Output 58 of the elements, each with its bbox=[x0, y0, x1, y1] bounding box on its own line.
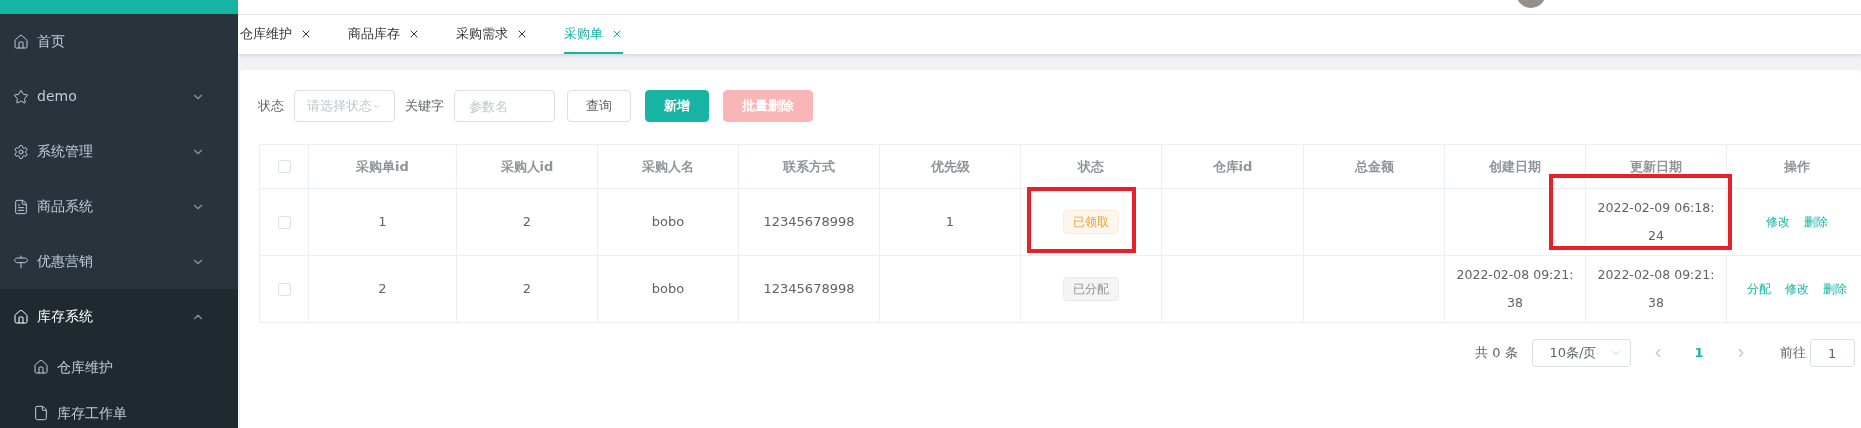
table-cell: bobo bbox=[598, 189, 739, 256]
tab[interactable]: 仓库维护 bbox=[240, 16, 312, 54]
keyword-label: 关键字 bbox=[405, 97, 444, 116]
page-size-select[interactable]: 10条/页 bbox=[1531, 339, 1631, 367]
settings-icon bbox=[13, 143, 29, 160]
keyword-field[interactable]: 参数名 bbox=[454, 90, 555, 122]
sidebar-item[interactable]: 优惠营销 bbox=[0, 234, 238, 289]
table-cell: 1 bbox=[880, 189, 1021, 256]
goto-page-field[interactable]: 1 bbox=[1809, 339, 1855, 367]
total-count: 共 0 条 bbox=[1475, 344, 1518, 363]
action-button[interactable]: 查询 bbox=[567, 90, 631, 122]
column-header: 采购单id bbox=[309, 145, 457, 189]
sidebar-subitem[interactable]: 仓库维护 bbox=[0, 344, 238, 390]
table-cell: 2022-02-08 09:21:38 bbox=[1586, 256, 1727, 323]
star-icon bbox=[13, 88, 29, 105]
sidebar-item[interactable]: demo bbox=[0, 69, 238, 124]
goto-label: 前往 bbox=[1779, 344, 1806, 363]
checkbox[interactable] bbox=[277, 215, 291, 229]
table-cell: 2022-02-09 06:18:24 bbox=[1586, 189, 1727, 256]
close-icon[interactable] bbox=[516, 28, 528, 40]
column-header: 采购人id bbox=[457, 145, 598, 189]
column-header: 仓库id bbox=[1162, 145, 1304, 189]
checkbox[interactable] bbox=[277, 282, 291, 296]
tab[interactable]: 采购需求 bbox=[456, 16, 528, 54]
close-icon[interactable] bbox=[300, 28, 312, 40]
sidebar-subitem[interactable]: 库存工作单 bbox=[0, 390, 238, 428]
home-icon bbox=[13, 308, 29, 325]
sidebar-item[interactable]: 首页 bbox=[0, 14, 238, 69]
table-cell: 2 bbox=[457, 189, 598, 256]
table-cell: 12345678998 bbox=[739, 189, 880, 256]
home-icon bbox=[33, 359, 49, 375]
column-header: 操作 bbox=[1727, 145, 1861, 189]
table-cell: 12345678998 bbox=[739, 256, 880, 323]
table-cell: 1 bbox=[309, 189, 457, 256]
document-icon bbox=[13, 198, 29, 215]
table-cell: 2022-02-08 09:21:38 bbox=[1445, 256, 1586, 323]
column-header: 总金额 bbox=[1304, 145, 1445, 189]
status-tag: 已分配 bbox=[1063, 277, 1119, 301]
sidebar-item[interactable]: 库存系统 bbox=[0, 289, 238, 344]
tab[interactable]: 商品库存 bbox=[348, 16, 420, 54]
column-header: 采购人名 bbox=[598, 145, 739, 189]
status-tag: 已领取 bbox=[1063, 210, 1119, 234]
status-label: 状态 bbox=[258, 97, 284, 116]
close-icon[interactable] bbox=[408, 28, 420, 40]
column-header: 更新日期 bbox=[1586, 145, 1727, 189]
table-cell: 2 bbox=[457, 256, 598, 323]
table-cell: bobo bbox=[598, 256, 739, 323]
file-icon bbox=[33, 405, 49, 421]
column-header: 联系方式 bbox=[739, 145, 880, 189]
column-header: 创建日期 bbox=[1445, 145, 1586, 189]
column-header: 优先级 bbox=[880, 145, 1021, 189]
column-header: 状态 bbox=[1021, 145, 1162, 189]
home-icon bbox=[13, 33, 29, 50]
sidebar-item[interactable]: 商品系统 bbox=[0, 179, 238, 234]
sidebar-item[interactable]: 系统管理 bbox=[0, 124, 238, 179]
signpost-icon bbox=[13, 253, 29, 270]
checkbox[interactable] bbox=[277, 160, 291, 173]
table-cell: 2 bbox=[309, 256, 457, 323]
